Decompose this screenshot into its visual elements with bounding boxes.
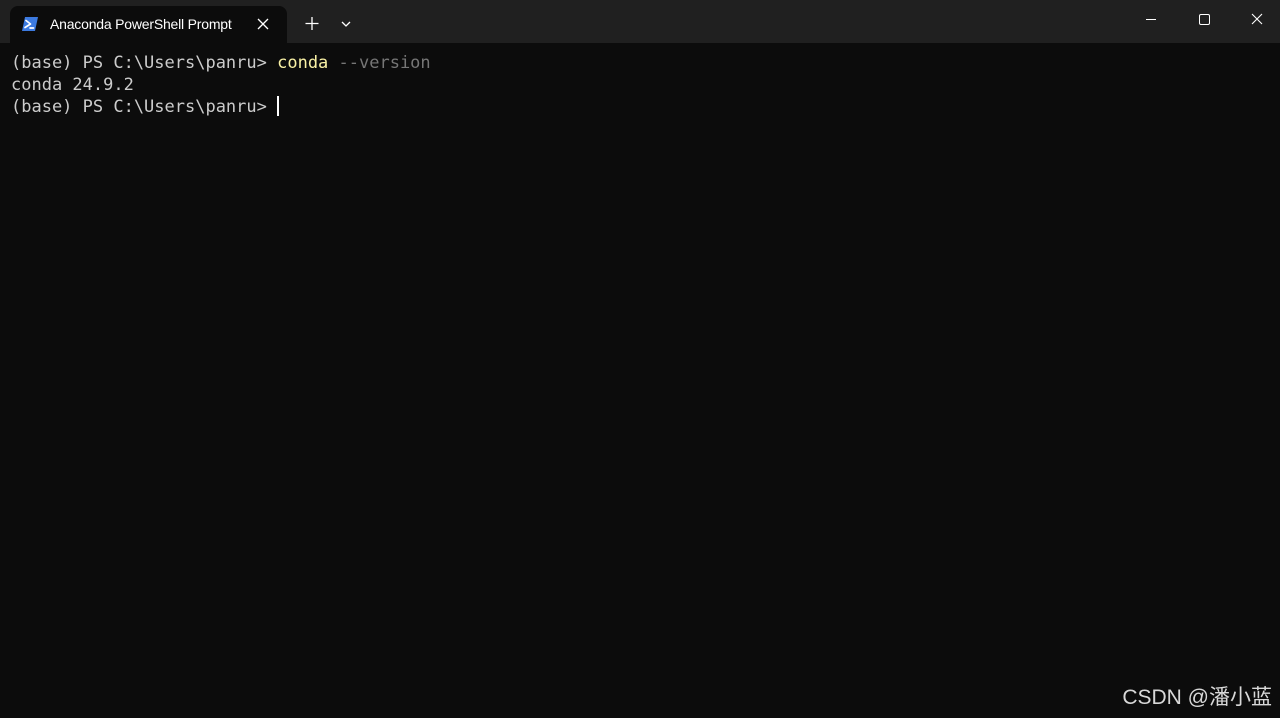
chevron-down-icon [341, 21, 351, 27]
terminal-line: conda 24.9.2 [11, 74, 134, 96]
output-text: conda 24.9.2 [11, 75, 134, 95]
plus-icon [305, 17, 319, 30]
prompt-text: (base) PS C:\Users\panru> [11, 53, 278, 73]
tab-close-icon[interactable] [253, 14, 273, 34]
tab-anaconda-powershell[interactable]: Anaconda PowerShell Prompt [10, 6, 287, 43]
watermark: CSDN @潘小蓝 [1122, 686, 1272, 709]
close-button[interactable] [1231, 0, 1280, 40]
terminal-line: (base) PS C:\Users\panru> [11, 96, 280, 118]
tab-title: Anaconda PowerShell Prompt [50, 16, 232, 32]
maximize-button[interactable] [1178, 0, 1230, 40]
new-tab-button[interactable] [298, 10, 326, 38]
powershell-icon [21, 16, 39, 32]
text-cursor [277, 96, 280, 116]
command-text: conda [277, 53, 329, 73]
terminal-output-area[interactable]: (base) PS C:\Users\panru> conda --versio… [0, 43, 1280, 718]
tab-dropdown-button[interactable] [334, 10, 358, 38]
maximize-icon [1199, 14, 1210, 25]
close-icon [1251, 13, 1263, 25]
prompt-text: (base) PS C:\Users\panru> [11, 97, 278, 117]
minimize-icon [1146, 19, 1156, 20]
minimize-button[interactable] [1125, 0, 1177, 40]
command-argument: --version [328, 53, 431, 73]
terminal-window: Anaconda PowerShell Prompt (base) PS C:\… [0, 0, 1280, 718]
title-bar: Anaconda PowerShell Prompt [0, 0, 1280, 43]
terminal-line: (base) PS C:\Users\panru> conda --versio… [11, 52, 431, 74]
